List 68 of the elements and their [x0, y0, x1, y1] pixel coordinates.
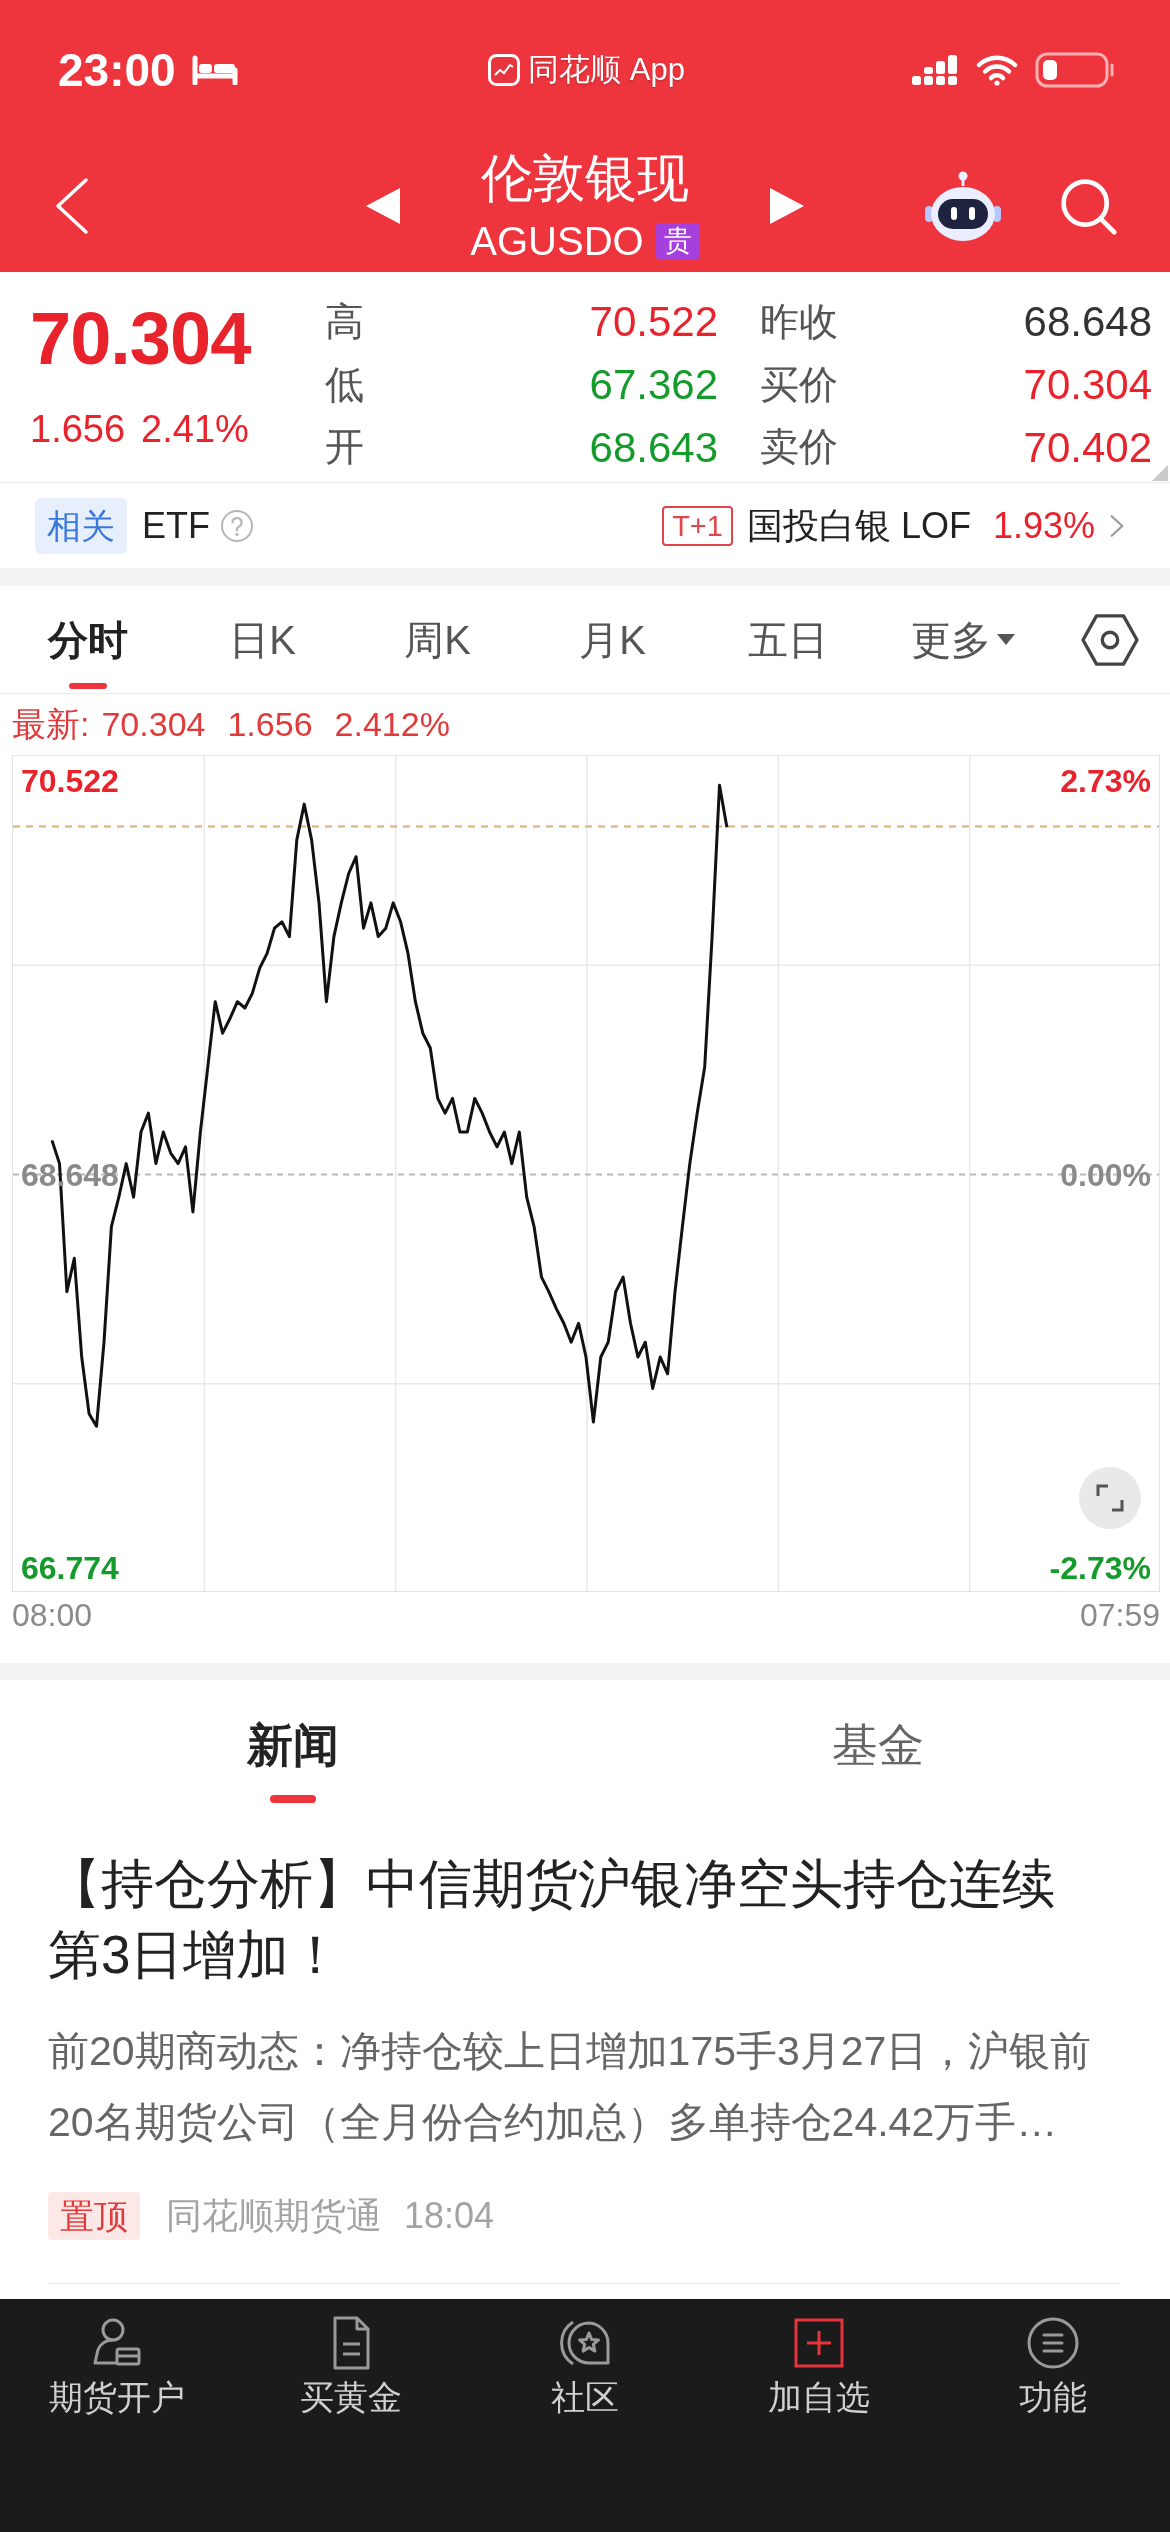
quote-label: 卖价: [760, 424, 838, 471]
latest-price: 70.304: [101, 704, 206, 745]
news-tab[interactable]: 新闻: [0, 1680, 585, 1815]
signal-icon: [911, 54, 959, 86]
pinned-tag: 置顶: [48, 2192, 140, 2240]
article-time: 18:04: [404, 2194, 495, 2238]
quote-value: 67.362: [589, 359, 718, 410]
fullscreen-icon: [1095, 1483, 1125, 1513]
latest-change-percent: 2.412%: [334, 704, 450, 745]
instrument-title: 伦敦银现: [481, 150, 689, 206]
app-icon: [488, 54, 521, 86]
caret-icon: [996, 633, 1015, 646]
battery-icon: [1035, 52, 1115, 88]
etf-label[interactable]: ETF: [142, 503, 210, 548]
related-tag: 相关: [35, 497, 127, 554]
price-change-percent: 2.41%: [141, 407, 249, 452]
nav-tab-button[interactable]: 功能: [936, 2299, 1170, 2423]
y-axis-label: 66.774: [21, 1550, 119, 1587]
settings-icon[interactable]: [1081, 612, 1139, 667]
x-axis-label: 07:59: [1079, 1596, 1160, 1635]
nav-tab-button[interactable]: 期货开户: [0, 2299, 234, 2423]
quote-value: 70.304: [1023, 359, 1152, 410]
menu-icon: [1025, 2315, 1081, 2371]
article-source: 同花顺期货通: [166, 2194, 382, 2238]
quote-label: 开: [325, 424, 364, 471]
quote-value: 68.643: [589, 422, 718, 473]
quote-value: 68.648: [1023, 297, 1152, 348]
chart-tab[interactable]: 更多: [875, 586, 1050, 693]
wifi-icon: [975, 54, 1019, 86]
quote-value: 70.402: [1023, 422, 1152, 473]
chart-tab[interactable]: 日K: [175, 586, 350, 693]
settlement-tag: T+1: [662, 505, 733, 546]
nav-tab-button[interactable]: 加自选: [702, 2299, 936, 2423]
chevron-right-icon[interactable]: [1109, 512, 1125, 539]
chart-tab[interactable]: 月K: [525, 586, 700, 693]
quote-label: 昨收: [760, 299, 838, 346]
quote-label: 买价: [760, 361, 838, 408]
y-axis-label: 70.522: [21, 762, 119, 799]
bed-icon: [191, 55, 238, 85]
x-axis-label: 08:00: [12, 1596, 93, 1635]
left-triangle-icon[interactable]: [366, 188, 400, 224]
quote-label: 高: [325, 299, 364, 346]
fund-name[interactable]: 国投白银 LOF: [746, 503, 971, 548]
status-time: 23:00: [58, 47, 176, 93]
nav-tab-button[interactable]: 社区: [468, 2299, 702, 2423]
search-icon[interactable]: [1058, 176, 1118, 236]
article-title[interactable]: 【持仓分析】中信期货沪银净空头持仓连续第3日增加！: [48, 1848, 1093, 1990]
category-tag: 贵: [655, 223, 700, 259]
article-summary: 前20期商动态：净持仓较上日增加175手3月27日，沪银前20名期货公司（全月份合约加总）多单持仓24.42万手…: [48, 2027, 1093, 2147]
news-tab[interactable]: 基金: [585, 1680, 1170, 1815]
back-to-app-button[interactable]: 同花顺 App: [488, 52, 685, 88]
quote-value: 70.522: [589, 297, 718, 348]
quote-label: 低: [325, 361, 364, 408]
right-triangle-icon[interactable]: [770, 188, 804, 224]
change-axis-label: 2.73%: [1060, 762, 1151, 799]
chart-tab[interactable]: 分时: [0, 586, 175, 693]
price-change: 1.656: [30, 407, 126, 452]
robot-icon[interactable]: [924, 170, 1002, 242]
fund-change: 1.93%: [992, 503, 1095, 548]
chart-tab[interactable]: 周K: [350, 586, 525, 693]
chart-tab[interactable]: 五日: [700, 586, 875, 693]
latest-change: 1.656: [227, 704, 313, 745]
nav-tab-button[interactable]: 买黄金: [234, 2299, 468, 2423]
instrument-code: AGUSDO: [470, 218, 644, 265]
change-axis-label: 0.00%: [1060, 1156, 1151, 1193]
change-axis-label: -2.73%: [1049, 1550, 1151, 1587]
latest-label: 最新:: [12, 704, 90, 745]
last-price: 70.304: [30, 296, 252, 382]
